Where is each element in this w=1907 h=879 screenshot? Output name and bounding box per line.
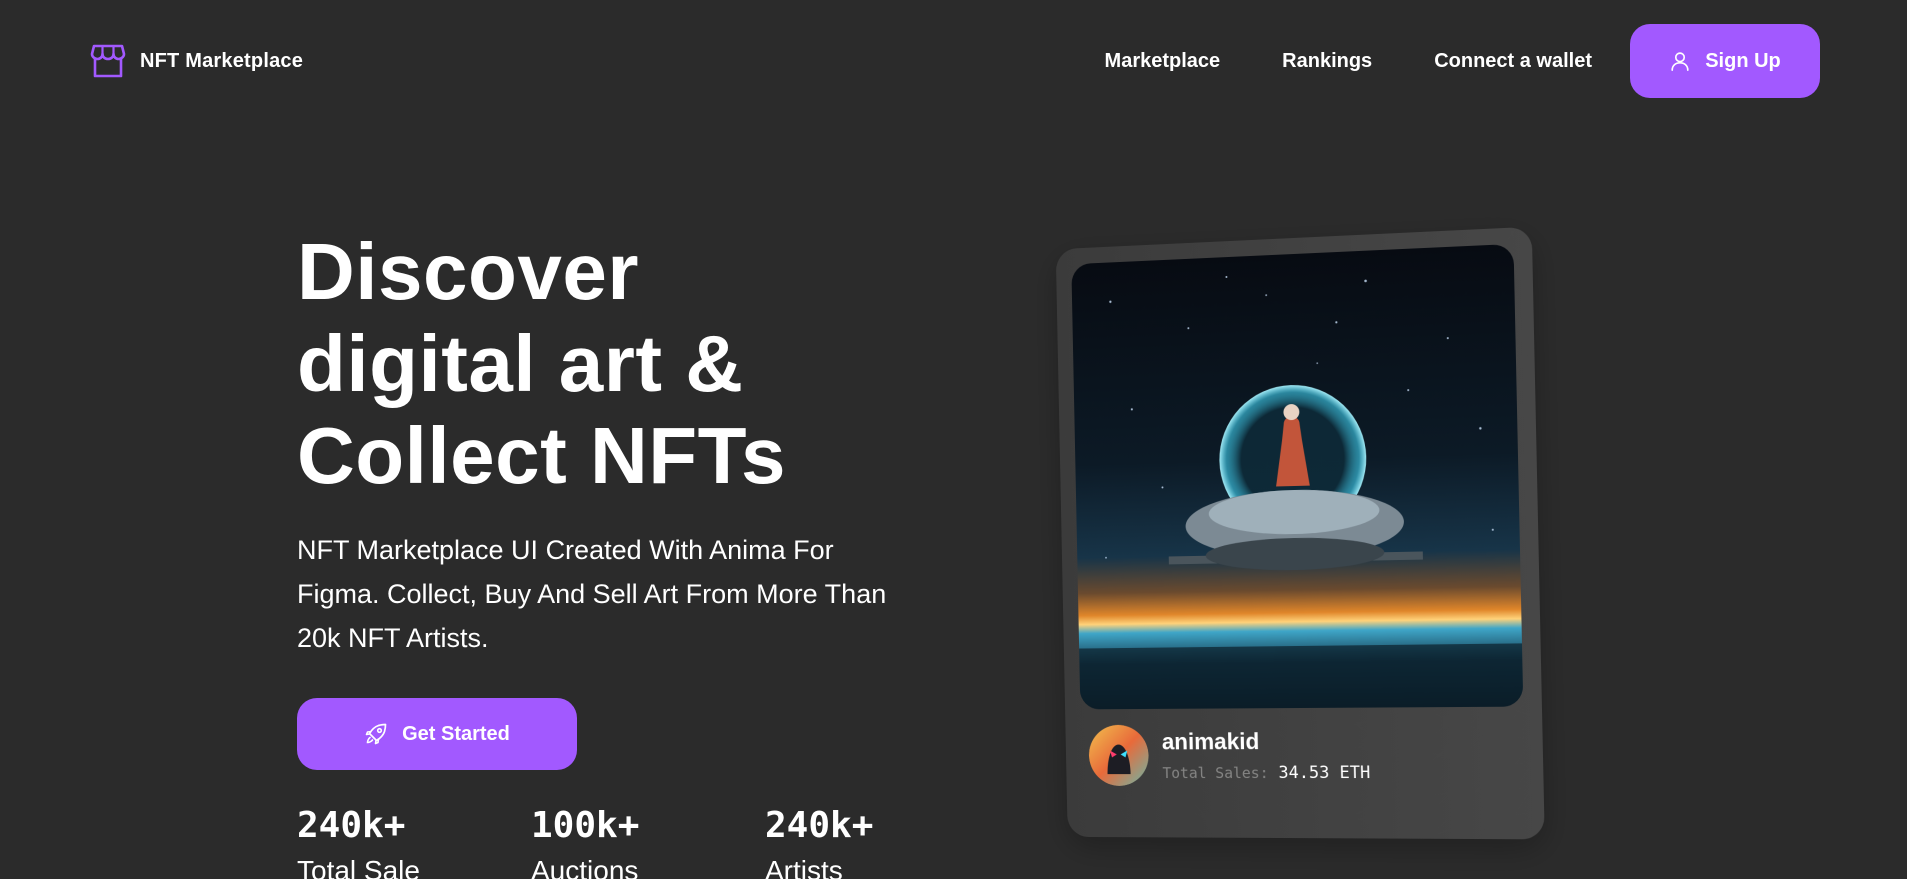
user-icon — [1671, 52, 1689, 71]
rocket-icon — [365, 723, 387, 745]
stat-label: Total Sale — [297, 855, 420, 879]
artist-avatar[interactable] — [1088, 724, 1150, 786]
stat-label: Artists — [765, 855, 843, 879]
total-sales-label: Total Sales: — [1162, 763, 1269, 782]
hero-subtitle: NFT Marketplace UI Created With Anima Fo… — [297, 535, 887, 653]
stats-row: 240k+ Total Sale 100k+ Auctions 240k+ Ar… — [297, 804, 999, 879]
stat-value: 100k+ — [531, 805, 640, 846]
brand-logo[interactable]: NFT Marketplace — [90, 44, 303, 78]
artist-name[interactable]: animakid — [1162, 727, 1370, 755]
sign-up-button[interactable]: Sign Up — [1630, 24, 1820, 98]
total-sales-value: 34.53 ETH — [1278, 762, 1371, 783]
featured-nft-card[interactable]: animakid Total Sales: 34.53 ETH — [1055, 226, 1545, 840]
hero-title-line-1: Discover — [297, 227, 639, 316]
top-navbar: NFT Marketplace Marketplace Rankings Con… — [0, 0, 1907, 122]
stat-value: 240k+ — [297, 805, 406, 846]
nav-link-marketplace[interactable]: Marketplace — [1105, 50, 1221, 73]
stat-artists: 240k+ Artists — [765, 804, 999, 879]
nav-links: Marketplace Rankings Connect a wallet Si… — [1105, 24, 1820, 98]
sign-up-label: Sign Up — [1705, 49, 1781, 72]
stat-value: 240k+ — [765, 805, 874, 846]
brand-name: NFT Marketplace — [140, 49, 304, 72]
storefront-icon — [90, 44, 126, 78]
card-artist-info: animakid Total Sales: 34.53 ETH — [1080, 707, 1527, 787]
hero-title-line-2: digital art & — [297, 319, 744, 408]
stat-total-sale: 240k+ Total Sale — [297, 804, 531, 879]
get-started-label: Get Started — [402, 722, 510, 745]
stat-auctions: 100k+ Auctions — [531, 804, 765, 879]
nft-artwork-image — [1071, 243, 1524, 710]
hero-title: Discover digital art & Collect NFTs — [297, 226, 786, 502]
hero-title-line-3: Collect NFTs — [297, 411, 787, 500]
nav-link-connect-wallet[interactable]: Connect a wallet — [1434, 50, 1592, 73]
stat-label: Auctions — [531, 855, 639, 879]
nav-link-rankings[interactable]: Rankings — [1282, 50, 1372, 73]
get-started-button[interactable]: Get Started — [297, 698, 577, 770]
